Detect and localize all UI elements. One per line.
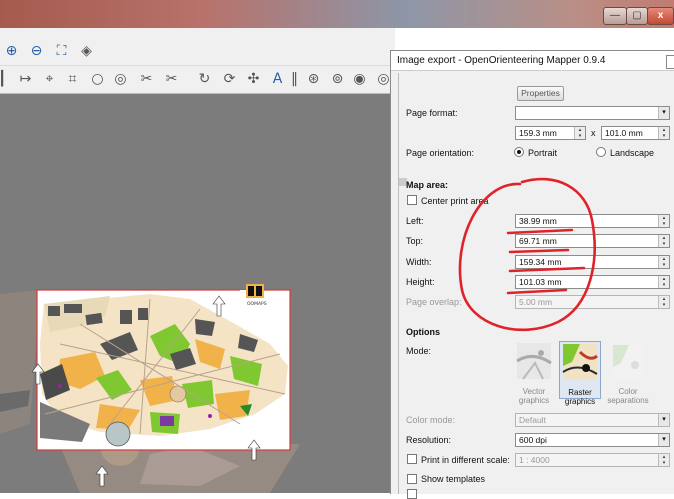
map-drawing: OOMAPS	[0, 284, 300, 493]
spinner-icon[interactable]: ▴ ▾	[658, 127, 669, 139]
window-title-bar: — ▢ x	[0, 0, 674, 28]
left-field[interactable]: 38.99 mm ▴ ▾	[515, 214, 670, 228]
color-separations-label: Color separations	[607, 387, 649, 405]
left-label: Left:	[406, 216, 424, 226]
spinner-icon: ▴ ▾	[658, 454, 669, 466]
spinner-icon[interactable]: ▴ ▾	[658, 276, 669, 288]
spinner-icon[interactable]: ▴ ▾	[658, 215, 669, 227]
chevron-down-icon[interactable]: ▾	[658, 107, 669, 119]
portrait-radio[interactable]	[514, 147, 524, 157]
times-label: x	[591, 128, 596, 138]
mode-label: Mode:	[406, 346, 432, 356]
dialog-close-button[interactable]	[666, 55, 674, 69]
properties-button[interactable]: Properties	[517, 86, 564, 101]
menu-strip	[0, 28, 395, 38]
maximize-button[interactable]: ▢	[626, 7, 648, 25]
height-label: Height:	[406, 277, 435, 287]
boolean-difference-icon[interactable]: ◉	[350, 70, 369, 89]
color-separations-button[interactable]: Color separations	[607, 341, 649, 405]
resolution-select[interactable]: 600 dpi ▾	[515, 433, 670, 447]
cut-area-icon[interactable]: ✂	[162, 70, 181, 89]
map-canvas[interactable]: OOMAPS	[0, 94, 395, 493]
page-format-label: Page format:	[406, 108, 458, 118]
map-area-heading: Map area:	[406, 180, 449, 190]
boolean-union-icon[interactable]: ⊛	[304, 70, 323, 89]
width-field[interactable]: 159.34 mm ▴ ▾	[515, 255, 670, 269]
dialog-title: Image export - OpenOrienteering Mapper 0…	[391, 51, 674, 71]
logo-caption: OOMAPS	[247, 301, 267, 307]
vector-graphics-button[interactable]: Vector graphics	[513, 341, 555, 405]
center-print-area-checkbox[interactable]	[407, 195, 417, 205]
image-export-dialog: Image export - OpenOrienteering Mapper 0…	[390, 50, 674, 499]
print-scale-field: 1 : 4000 ▴ ▾	[515, 453, 670, 467]
print-scale-checkbox[interactable]	[407, 454, 417, 464]
export-settings-panel: Properties Page format: ▾ 159.3 mm ▴ ▾ x 1…	[398, 73, 674, 499]
width-label: Width:	[406, 257, 432, 267]
rotate-pattern-icon[interactable]: ⟳	[220, 70, 239, 89]
color-mode-label: Color mode:	[406, 415, 456, 425]
draw-circle-icon[interactable]: ○	[88, 70, 107, 89]
boolean-intersect-icon[interactable]: ⊚	[328, 70, 347, 89]
spinner-icon: ▴ ▾	[658, 296, 669, 308]
minimize-button[interactable]: —	[603, 7, 627, 25]
show-templates-checkbox[interactable]	[407, 474, 417, 484]
page-width-field[interactable]: 159.3 mm ▴ ▾	[515, 126, 586, 140]
raster-graphics-label: Raster graphics	[564, 388, 596, 406]
raster-mode-icon	[562, 344, 598, 380]
chevron-down-icon: ▾	[658, 414, 669, 426]
edit-lines-icon[interactable]: ⌗	[63, 70, 82, 89]
next-option-checkbox[interactable]	[407, 489, 417, 499]
vector-graphics-label: Vector graphics	[518, 387, 550, 405]
page-format-select[interactable]: ▾	[515, 106, 670, 120]
chevron-down-icon[interactable]: ▾	[658, 434, 669, 446]
resolution-label: Resolution:	[406, 435, 452, 445]
orientation-label: Page orientation:	[406, 148, 475, 158]
spinner-icon[interactable]: ▴ ▾	[658, 256, 669, 268]
center-print-area-label: Center print area	[421, 196, 489, 206]
vector-mode-icon	[516, 343, 552, 380]
edit-points-icon[interactable]: ⌖	[40, 70, 59, 89]
landscape-label: Landscape	[610, 148, 655, 158]
rotate-icon[interactable]: ↻	[195, 70, 214, 89]
page-overlap-label: Page overlap:	[406, 297, 462, 307]
fit-view-icon[interactable]: ⛶	[52, 42, 71, 61]
page-overlap-field: 5.00 mm ▴ ▾	[515, 295, 670, 309]
fill-border-icon[interactable]: ◎	[111, 70, 130, 89]
spinner-icon[interactable]: ▴ ▾	[574, 127, 585, 139]
top-field[interactable]: 69.71 mm ▴ ▾	[515, 234, 670, 248]
edit-toolbar: ┃ ↦ ⌖ ⌗ ○ ◎ ✂ ✂ ↻ ⟳ ✣ A ‖ ⊛ ⊚ ◉ ◎	[0, 66, 395, 94]
show-templates-label: Show templates	[421, 474, 486, 484]
view-toolbar: ⊕ ⊖ ⛶ ◈	[0, 38, 395, 66]
map-logo	[246, 284, 264, 298]
close-button[interactable]: x	[647, 7, 674, 25]
color-mode-select: Default ▾	[515, 413, 670, 427]
toolbar-separator: ‖	[291, 71, 298, 87]
page-height-field[interactable]: 101.0 mm ▴ ▾	[601, 126, 670, 140]
top-label: Top:	[406, 236, 424, 246]
portrait-label: Portrait	[528, 148, 558, 158]
toolbar-handle-icon[interactable]: ┃	[0, 70, 6, 89]
zoom-in-icon[interactable]: ⊕	[2, 42, 21, 61]
measure-icon[interactable]: ↦	[16, 70, 35, 89]
spinner-icon[interactable]: ▴ ▾	[658, 235, 669, 247]
print-scale-label: Print in different scale:	[421, 455, 510, 465]
raster-graphics-button[interactable]: Raster graphics	[559, 341, 601, 406]
layer-icon[interactable]: ◈	[77, 42, 96, 61]
height-field[interactable]: 101.03 mm ▴ ▾	[515, 275, 670, 289]
color-separations-icon	[613, 345, 643, 379]
zoom-out-icon[interactable]: ⊖	[27, 42, 46, 61]
cut-icon[interactable]: ✂	[137, 70, 156, 89]
landscape-radio[interactable]	[596, 147, 606, 157]
text-icon[interactable]: A	[268, 70, 287, 89]
scale-icon[interactable]: ✣	[244, 70, 263, 89]
options-heading: Options	[406, 327, 440, 337]
